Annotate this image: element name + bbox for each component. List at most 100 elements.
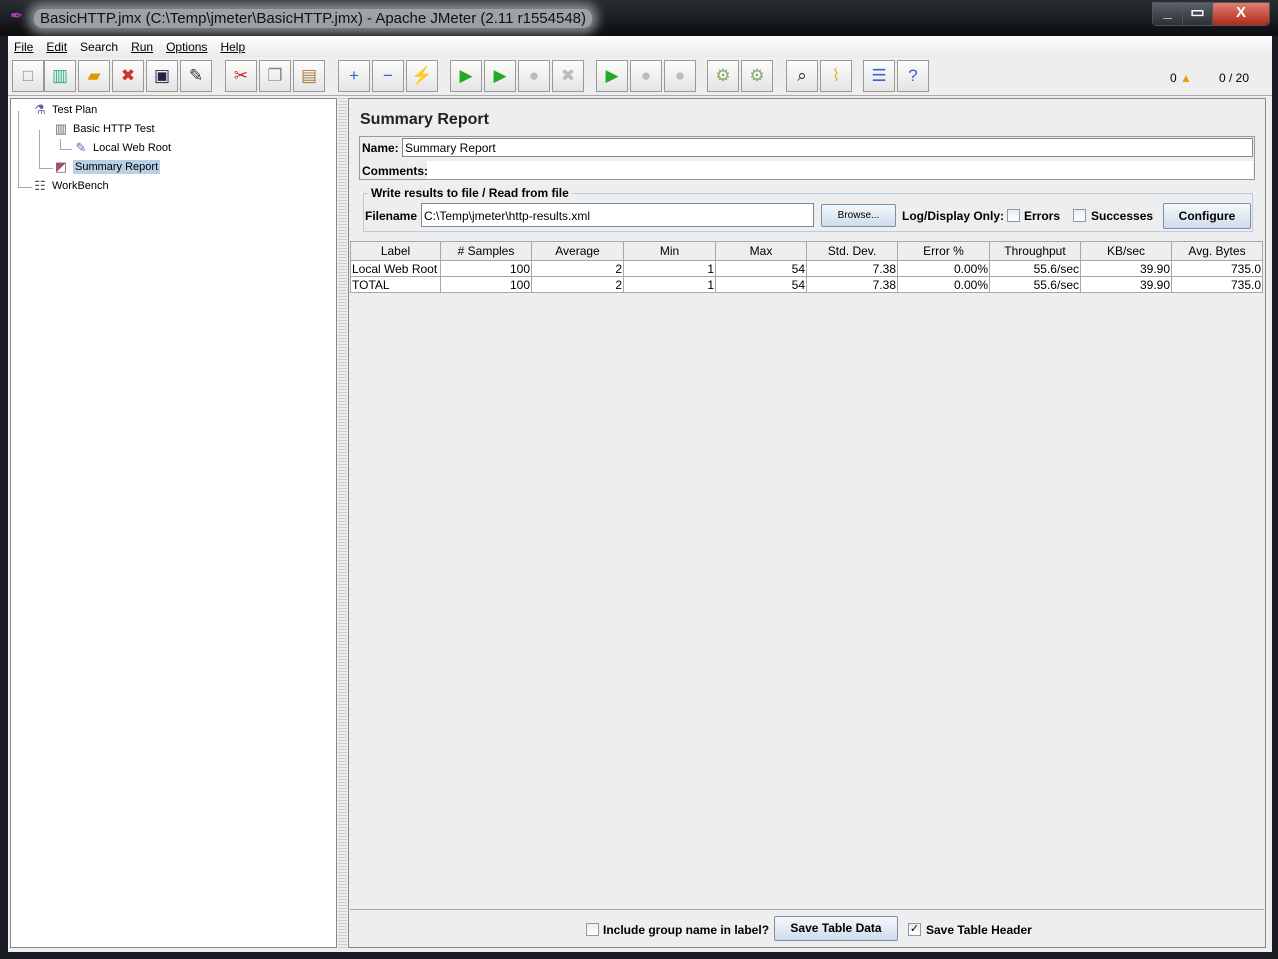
search-button[interactable]: ⌕: [786, 60, 818, 92]
column-header[interactable]: Min: [623, 241, 716, 261]
open-button[interactable]: ▰: [78, 60, 110, 92]
copy-button[interactable]: ❐: [259, 60, 291, 92]
menu-search[interactable]: Search: [80, 40, 118, 54]
start-icon: ▶: [459, 66, 473, 85]
table-cell: 735.0: [1171, 260, 1263, 277]
paste-button[interactable]: ▤: [293, 60, 325, 92]
column-header[interactable]: Std. Dev.: [806, 241, 898, 261]
menu-edit[interactable]: Edit: [46, 40, 67, 54]
help-button[interactable]: ?: [897, 60, 929, 92]
main-window: File Edit Search Run Options Help 0 ▲ 0 …: [8, 36, 1272, 952]
title-bar: ✒ BasicHTTP.jmx (C:\Temp\jmeter\BasicHTT…: [0, 0, 1278, 36]
split-pane-divider[interactable]: [338, 98, 347, 948]
save-icon: ▣: [153, 66, 171, 85]
remote-start-icon: ▶: [605, 66, 619, 85]
close-button[interactable]: X: [1213, 3, 1269, 25]
clipboard-icon: ☷: [34, 178, 46, 193]
save-button[interactable]: ▣: [146, 60, 178, 92]
menu-file[interactable]: File: [14, 40, 33, 54]
column-header[interactable]: # Samples: [440, 241, 532, 261]
tree-node-local-web-root[interactable]: ✎ Local Web Root: [72, 139, 172, 157]
close-button[interactable]: ✖: [112, 60, 144, 92]
stop-icon: ●: [528, 66, 540, 85]
start-no-pause-icon: ▶: [493, 66, 507, 85]
table-cell: 0.00%: [897, 260, 990, 277]
save-table-header-checkbox[interactable]: ✓: [908, 923, 921, 936]
templates-icon: ▥: [51, 66, 69, 85]
column-header[interactable]: Max: [715, 241, 807, 261]
errors-checkbox[interactable]: [1007, 209, 1020, 222]
tree-node-test-plan[interactable]: ⚗ Test Plan: [31, 101, 97, 119]
successes-label: Successes: [1091, 209, 1154, 223]
collapse-button[interactable]: −: [372, 60, 404, 92]
remote-start-button[interactable]: ▶: [596, 60, 628, 92]
page-title: Summary Report: [360, 111, 489, 128]
column-header[interactable]: Throughput: [989, 241, 1081, 261]
table-cell: 1: [623, 276, 716, 293]
spool-icon: ▥: [54, 121, 68, 136]
shutdown-button[interactable]: ✖: [552, 60, 584, 92]
start-no-pause-button[interactable]: ▶: [484, 60, 516, 92]
cut-icon: ✂: [233, 66, 249, 85]
comments-field[interactable]: [427, 161, 1253, 179]
write-results-group: Write results to file / Read from file F…: [363, 186, 1253, 232]
gauge-icon: ◩: [54, 159, 68, 174]
table-cell: 39.90: [1080, 276, 1172, 293]
clear-button[interactable]: ⚙: [707, 60, 739, 92]
remote-shutdown-button[interactable]: ●: [664, 60, 696, 92]
cut-button[interactable]: ✂: [225, 60, 257, 92]
column-header[interactable]: KB/sec: [1080, 241, 1172, 261]
column-header[interactable]: Error %: [897, 241, 990, 261]
name-field[interactable]: Summary Report: [402, 138, 1253, 157]
search-icon: ⌕: [797, 66, 807, 85]
clear-all-button[interactable]: ⚙: [741, 60, 773, 92]
warning-icon: ▲: [1180, 71, 1192, 85]
test-plan-tree[interactable]: ⚗ Test Plan ▥ Basic HTTP Test ✎ Local Web R…: [10, 98, 337, 948]
table-cell: 7.38: [806, 260, 898, 277]
remote-stop-button[interactable]: ●: [630, 60, 662, 92]
summary-report-panel: Summary Report Name: Summary Report Comm…: [348, 98, 1266, 948]
minimize-button[interactable]: _: [1153, 3, 1183, 25]
maximize-button[interactable]: ▭: [1183, 3, 1213, 25]
table-row[interactable]: TOTAL 100 2 1 54 7.38 0.00% 55.6/sec 39.90 735.0: [350, 276, 1263, 293]
stop-button[interactable]: ●: [518, 60, 550, 92]
table-row[interactable]: Local Web Root 100 2 1 54 7.38 0.00% 55.6/sec 39…: [350, 260, 1263, 277]
menu-options[interactable]: Options: [166, 40, 207, 54]
table-cell: 100: [440, 260, 532, 277]
tree-node-summary-report[interactable]: ◩ Summary Report: [52, 158, 161, 176]
menu-help[interactable]: Help: [220, 40, 245, 54]
save-as-button[interactable]: ✎: [180, 60, 212, 92]
menu-bar: File Edit Search Run Options Help: [8, 36, 1272, 57]
reset-search-icon: ⌇: [831, 66, 841, 85]
pipette-icon: ✎: [75, 140, 87, 155]
clear-icon: ⚙: [715, 66, 731, 85]
function-helper-button[interactable]: ☰: [863, 60, 895, 92]
include-group-checkbox[interactable]: [586, 923, 599, 936]
expand-button[interactable]: +: [338, 60, 370, 92]
menu-run[interactable]: Run: [131, 40, 153, 54]
save-table-data-button[interactable]: Save Table Data: [774, 916, 898, 941]
browse-button[interactable]: Browse...: [821, 204, 896, 227]
table-cell: 39.90: [1080, 260, 1172, 277]
toggle-button[interactable]: ⚡: [406, 60, 438, 92]
filename-field[interactable]: C:\Temp\jmeter\http-results.xml: [421, 203, 814, 227]
clear-all-icon: ⚙: [749, 66, 765, 85]
table-cell: 54: [715, 260, 807, 277]
errors-label: Errors: [1024, 209, 1061, 223]
remote-shutdown-icon: ●: [674, 66, 686, 85]
window-title: BasicHTTP.jmx (C:\Temp\jmeter\BasicHTTP.…: [34, 9, 593, 28]
start-button[interactable]: ▶: [450, 60, 482, 92]
table-cell: 7.38: [806, 276, 898, 293]
successes-checkbox[interactable]: [1073, 209, 1086, 222]
tree-node-workbench[interactable]: ☷ WorkBench: [31, 177, 108, 195]
new-button[interactable]: □: [12, 60, 44, 92]
column-header[interactable]: Label: [350, 241, 441, 261]
column-header[interactable]: Avg. Bytes: [1171, 241, 1263, 261]
table-cell: 2: [531, 276, 624, 293]
tree-node-basic-http-test[interactable]: ▥ Basic HTTP Test: [52, 120, 155, 138]
configure-button[interactable]: Configure: [1163, 203, 1251, 229]
remote-stop-icon: ●: [640, 66, 652, 85]
reset-search-button[interactable]: ⌇: [820, 60, 852, 92]
column-header[interactable]: Average: [531, 241, 624, 261]
templates-button[interactable]: ▥: [44, 60, 76, 92]
